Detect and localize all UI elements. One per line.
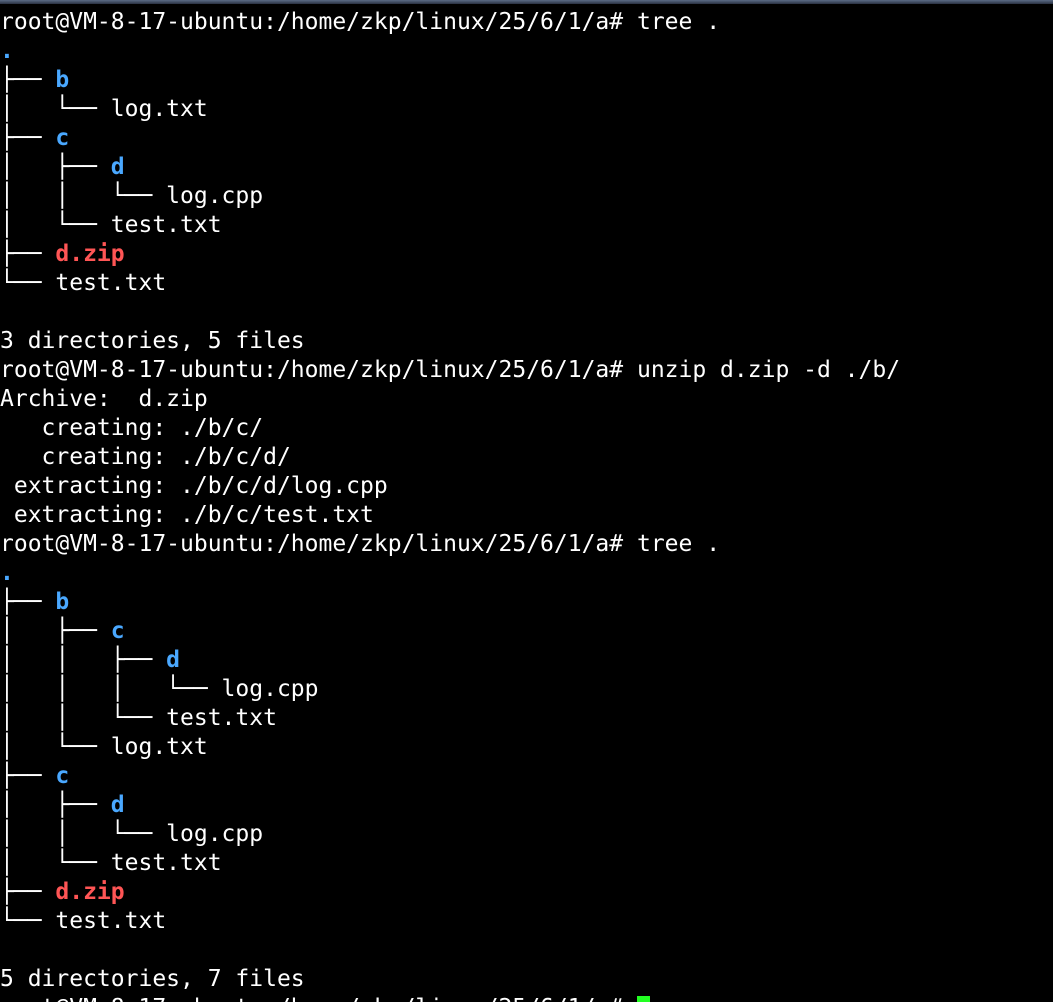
terminal-line: │ │ ├── d [0, 646, 1053, 675]
terminal-line: │ └── log.txt [0, 95, 1053, 124]
terminal-line: root@VM-8-17-ubuntu:/home/zkp/linux/25/6… [0, 8, 1053, 37]
line-text: Archive: d.zip [0, 386, 208, 412]
terminal-line: ├── d.zip [0, 878, 1053, 907]
directory-name: c [55, 125, 70, 151]
terminal-line: │ ├── c [0, 617, 1053, 646]
line-text: ├── [0, 763, 56, 789]
directory-name: d [110, 792, 125, 818]
line-text: 5 directories, 7 files [0, 966, 305, 992]
line-text: 3 directories, 5 files [0, 328, 305, 354]
line-text: ├── [0, 125, 56, 151]
terminal-line: ├── c [0, 762, 1053, 791]
line-text: │ └── log.txt [0, 734, 208, 760]
line-text: root@VM-8-17-ubuntu:/home/zkp/linux/25/6… [0, 9, 721, 35]
line-text: extracting: ./b/c/d/log.cpp [0, 473, 388, 499]
line-text: │ ├── [0, 618, 111, 644]
directory-name: . [0, 560, 14, 586]
line-text: root@VM-8-17-ubuntu:/home/zkp/linux/25/6… [0, 531, 721, 557]
terminal-line: │ ├── d [0, 153, 1053, 182]
terminal-line: root@VM-8-17-ubuntu:/home/zkp/linux/25/6… [0, 994, 1053, 1002]
terminal-line: │ ├── d [0, 791, 1053, 820]
line-text: extracting: ./b/c/test.txt [0, 502, 374, 528]
directory-name: . [0, 38, 14, 64]
terminal-line: extracting: ./b/c/test.txt [0, 501, 1053, 530]
archive-file-name: d.zip [55, 879, 125, 905]
terminal-line: . [0, 37, 1053, 66]
terminal-line: creating: ./b/c/d/ [0, 443, 1053, 472]
terminal-output[interactable]: root@VM-8-17-ubuntu:/home/zkp/linux/25/6… [0, 8, 1053, 1002]
terminal-line: │ └── test.txt [0, 849, 1053, 878]
terminal-line: extracting: ./b/c/d/log.cpp [0, 472, 1053, 501]
line-text: ├── [0, 67, 56, 93]
line-text: │ └── log.txt [0, 96, 208, 122]
line-text: ├── [0, 589, 56, 615]
terminal-line: Archive: d.zip [0, 385, 1053, 414]
line-text: ├── [0, 241, 56, 267]
line-text: │ ├── [0, 154, 111, 180]
window-top-edge [0, 0, 1053, 4]
line-text: │ │ └── log.cpp [0, 183, 264, 209]
archive-file-name: d.zip [55, 241, 125, 267]
terminal-line: │ │ │ └── log.cpp [0, 675, 1053, 704]
terminal-line: │ │ └── log.cpp [0, 820, 1053, 849]
directory-name: c [55, 763, 70, 789]
terminal-line: 5 directories, 7 files [0, 965, 1053, 994]
terminal-line: 3 directories, 5 files [0, 327, 1053, 356]
terminal-line: root@VM-8-17-ubuntu:/home/zkp/linux/25/6… [0, 356, 1053, 385]
text-cursor [636, 996, 650, 1002]
directory-name: b [55, 67, 70, 93]
directory-name: d [166, 647, 181, 673]
directory-name: d [110, 154, 125, 180]
terminal-line: creating: ./b/c/ [0, 414, 1053, 443]
terminal-line: . [0, 559, 1053, 588]
line-text: │ │ └── log.cpp [0, 821, 264, 847]
terminal-line: └── test.txt [0, 269, 1053, 298]
terminal-line: │ │ └── log.cpp [0, 182, 1053, 211]
terminal-line: root@VM-8-17-ubuntu:/home/zkp/linux/25/6… [0, 530, 1053, 559]
line-text: │ └── test.txt [0, 212, 222, 238]
terminal-window[interactable]: root@VM-8-17-ubuntu:/home/zkp/linux/25/6… [0, 0, 1053, 1002]
terminal-line: │ │ └── test.txt [0, 704, 1053, 733]
terminal-line: ├── b [0, 66, 1053, 95]
terminal-line: ├── d.zip [0, 240, 1053, 269]
line-text: │ └── test.txt [0, 850, 222, 876]
line-text: │ │ ├── [0, 647, 167, 673]
line-text: root@VM-8-17-ubuntu:/home/zkp/linux/25/6… [0, 995, 637, 1002]
directory-name: c [110, 618, 125, 644]
line-text: root@VM-8-17-ubuntu:/home/zkp/linux/25/6… [0, 357, 901, 383]
line-text: │ │ │ └── log.cpp [0, 676, 319, 702]
terminal-line: │ └── log.txt [0, 733, 1053, 762]
line-text: creating: ./b/c/d/ [0, 444, 291, 470]
line-text: ├── [0, 879, 56, 905]
terminal-line: └── test.txt [0, 907, 1053, 936]
line-text: └── test.txt [0, 908, 167, 934]
line-text: │ ├── [0, 792, 111, 818]
terminal-line: ├── b [0, 588, 1053, 617]
line-text: creating: ./b/c/ [0, 415, 264, 441]
terminal-line: │ └── test.txt [0, 211, 1053, 240]
line-text: └── test.txt [0, 270, 167, 296]
terminal-line: ├── c [0, 124, 1053, 153]
directory-name: b [55, 589, 70, 615]
line-text: │ │ └── test.txt [0, 705, 277, 731]
